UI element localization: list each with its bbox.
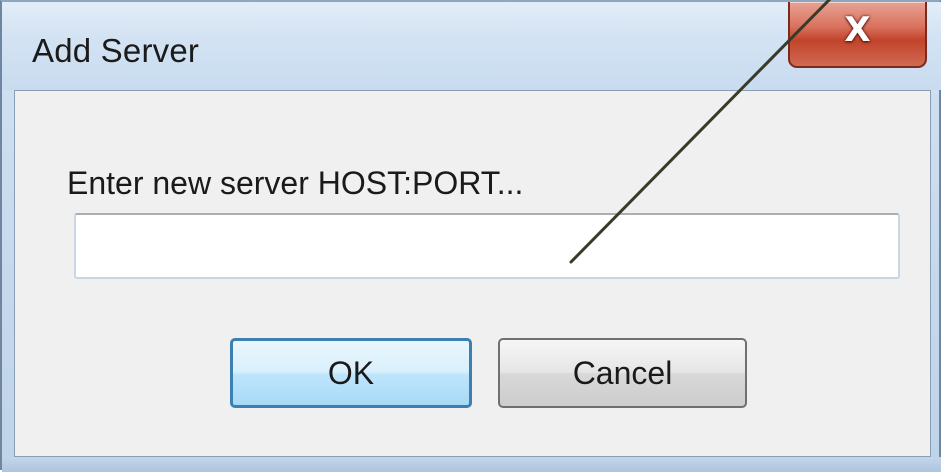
dialog-title: Add Server [32,32,200,69]
close-button[interactable]: X [788,2,927,68]
host-port-input[interactable] [74,213,900,279]
title-bar[interactable]: Add Server X [2,2,941,90]
ok-button[interactable]: OK [230,338,472,408]
close-icon[interactable]: X [790,10,925,50]
cancel-button[interactable]: Cancel [498,338,747,408]
host-port-prompt: Enter new server HOST:PORT... [67,165,524,201]
add-server-dialog: Add Server X Enter new server HOST:PORT.… [0,0,941,472]
